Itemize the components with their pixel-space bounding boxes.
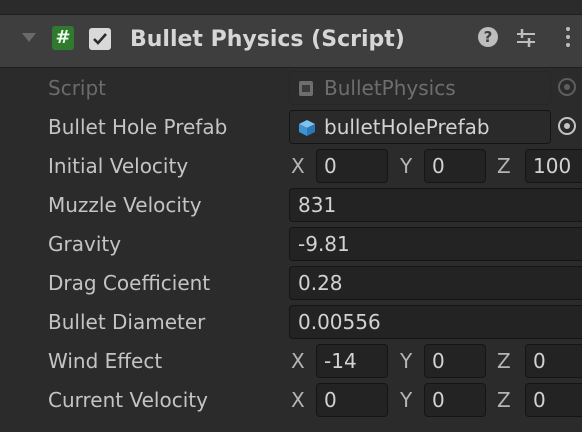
current-velocity-y-input[interactable]: 0 [424, 383, 486, 417]
drag-coefficient-input[interactable]: 0.28 [289, 266, 582, 300]
wind-effect-y-input[interactable]: 0 [424, 344, 486, 378]
bullet-diameter-input[interactable]: 0.00556 [289, 305, 582, 339]
initial-velocity-label: Initial Velocity [48, 154, 189, 178]
component-header[interactable]: # Bullet Physics (Script) ? [0, 14, 582, 68]
current-velocity-x-label[interactable]: X [291, 388, 305, 412]
component-enabled-checkbox[interactable] [89, 28, 111, 50]
prefab-cube-icon [299, 120, 315, 136]
bullet-diameter-label: Bullet Diameter [48, 310, 206, 334]
script-field: BulletPhysics [289, 71, 551, 105]
drag-coefficient-label: Drag Coefficient [48, 271, 211, 295]
wind-effect-label: Wind Effect [48, 349, 163, 373]
row-initial-velocity: Initial Velocity X 0 Y 0 Z 100 [0, 146, 582, 186]
script-label: Script [48, 76, 107, 100]
initial-velocity-x-input[interactable]: 0 [316, 149, 388, 183]
initial-velocity-z-input[interactable]: 100 [525, 149, 582, 183]
row-wind-effect: Wind Effect X -14 Y 0 Z 0 [0, 341, 582, 381]
row-bullet-hole-prefab: Bullet Hole Prefab bulletHolePrefab [0, 107, 582, 147]
script-picker-icon [558, 78, 576, 96]
row-drag-coefficient: Drag Coefficient 0.28 [0, 263, 582, 303]
initial-velocity-y-input[interactable]: 0 [424, 149, 486, 183]
current-velocity-label: Current Velocity [48, 388, 208, 412]
initial-velocity-y-label[interactable]: Y [400, 154, 412, 178]
script-file-icon [299, 81, 313, 96]
foldout-arrow-icon[interactable] [22, 33, 36, 42]
muzzle-velocity-label: Muzzle Velocity [48, 193, 202, 217]
gravity-input[interactable]: -9.81 [289, 227, 582, 261]
row-current-velocity: Current Velocity X 0 Y 0 Z 0 [0, 380, 582, 420]
top-strip [0, 0, 582, 14]
presets-sliders-icon[interactable] [516, 27, 536, 49]
wind-effect-z-input[interactable]: 0 [525, 344, 582, 378]
help-icon[interactable]: ? [478, 27, 498, 47]
initial-velocity-x-label[interactable]: X [291, 154, 305, 178]
row-script: Script BulletPhysics [0, 68, 582, 108]
bullet-hole-prefab-field[interactable]: bulletHolePrefab [289, 110, 551, 144]
current-velocity-z-input[interactable]: 0 [525, 383, 582, 417]
current-velocity-x-input[interactable]: 0 [316, 383, 388, 417]
row-gravity: Gravity -9.81 [0, 224, 582, 264]
current-velocity-y-label[interactable]: Y [400, 388, 412, 412]
script-value: BulletPhysics [324, 76, 456, 100]
row-bullet-diameter: Bullet Diameter 0.00556 [0, 302, 582, 342]
prefab-object-picker-icon[interactable] [558, 117, 576, 135]
wind-effect-y-label[interactable]: Y [400, 349, 412, 373]
muzzle-velocity-input[interactable]: 831 [289, 188, 582, 222]
component-title: Bullet Physics (Script) [130, 27, 405, 52]
current-velocity-z-label[interactable]: Z [497, 388, 511, 412]
gravity-label: Gravity [48, 232, 122, 256]
initial-velocity-z-label[interactable]: Z [497, 154, 511, 178]
bullet-hole-prefab-label: Bullet Hole Prefab [48, 115, 228, 139]
checkmark-icon [93, 33, 107, 45]
script-component-icon: # [52, 26, 74, 50]
bullet-hole-prefab-value: bulletHolePrefab [324, 115, 490, 139]
context-menu-icon[interactable] [566, 27, 572, 51]
wind-effect-x-label[interactable]: X [291, 349, 305, 373]
row-muzzle-velocity: Muzzle Velocity 831 [0, 185, 582, 225]
wind-effect-z-label[interactable]: Z [497, 349, 511, 373]
wind-effect-x-input[interactable]: -14 [316, 344, 388, 378]
